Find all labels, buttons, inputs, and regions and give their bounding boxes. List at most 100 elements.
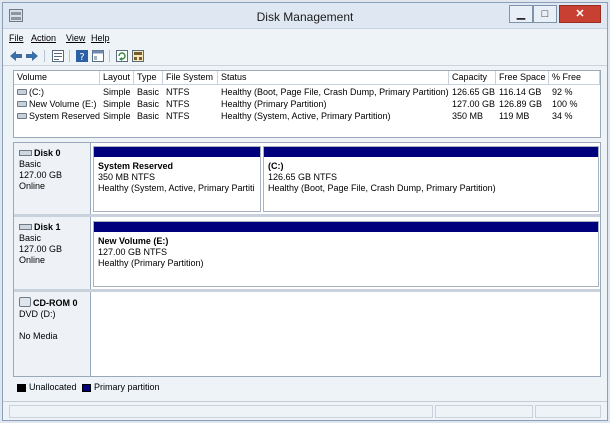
legend: Unallocated Primary partition: [13, 381, 601, 395]
title-bar[interactable]: Disk Management ▁ □ ✕: [3, 3, 607, 29]
status-segment: [535, 405, 601, 418]
partition-name: New Volume (E:): [98, 236, 169, 246]
disk-row-divider: [14, 289, 600, 292]
disk-1-label[interactable]: Disk 1 Basic 127.00 GB Online: [14, 217, 91, 289]
disk-type: Basic: [19, 159, 42, 169]
cell-status: Healthy (Primary Partition): [221, 99, 327, 109]
column-header-layout[interactable]: Layout: [100, 71, 134, 85]
status-bar: [3, 401, 607, 420]
primary-partition-bar: [264, 147, 598, 157]
disk-state: Online: [19, 181, 46, 191]
console-button[interactable]: [91, 49, 105, 63]
disk-name: Disk 0: [34, 148, 61, 158]
menu-help-label: Help: [91, 33, 110, 43]
menu-view[interactable]: View: [66, 33, 85, 43]
primary-partition-bar: [94, 147, 260, 157]
partition-c-drive[interactable]: (C:) 126.65 GB NTFS Healthy (Boot, Page …: [263, 146, 599, 212]
partition-status: Healthy (Primary Partition): [98, 258, 204, 268]
column-header-status[interactable]: Status: [218, 71, 449, 85]
menu-action[interactable]: Action: [31, 33, 56, 43]
primary-partition-bar: [94, 222, 598, 232]
menu-action-label: Action: [31, 33, 57, 43]
cell-capacity: 127.00 GB: [452, 99, 496, 109]
cell-layout: Simple: [103, 99, 131, 109]
refresh-icon: [116, 50, 128, 62]
disk-size: 127.00 GB: [19, 244, 63, 254]
cd-rom-icon: [19, 297, 31, 307]
cell-type: Basic: [137, 99, 160, 109]
toolbar-separator: [109, 50, 110, 62]
legend-swatch-unallocated: [17, 384, 26, 392]
legend-swatch-primary-partition: [82, 384, 91, 392]
back-button[interactable]: [9, 49, 23, 63]
legend-label-unallocated: Unallocated: [29, 382, 77, 392]
close-button[interactable]: ✕: [559, 5, 601, 23]
cell-capacity: 126.65 GB: [452, 87, 496, 97]
cell-type: Basic: [137, 111, 160, 121]
toolbar-separator: [44, 50, 45, 62]
partition-new-volume-e[interactable]: New Volume (E:) 127.00 GB NTFS Healthy (…: [93, 221, 599, 287]
cell-volume: New Volume (E:): [14, 98, 100, 110]
cell-volume-label: New Volume (E:): [29, 99, 97, 109]
disk-0-label[interactable]: Disk 0 Basic 127.00 GB Online: [14, 143, 91, 214]
cell-layout: Simple: [103, 111, 131, 121]
help-icon: ?: [76, 50, 88, 62]
disk-name: CD-ROM 0: [33, 298, 78, 308]
minimize-button[interactable]: ▁: [509, 5, 533, 23]
menu-help[interactable]: Help: [91, 33, 110, 43]
disk-type: DVD (D:): [19, 309, 56, 319]
partition-status: Healthy (System, Active, Primary Partiti: [98, 183, 255, 193]
disk-state: Online: [19, 255, 46, 265]
column-header-volume[interactable]: Volume: [14, 71, 100, 85]
cell-file-system: NTFS: [166, 99, 190, 109]
status-segment: [9, 405, 433, 418]
disk-type: Basic: [19, 233, 42, 243]
console-icon: [92, 50, 104, 62]
properties-button[interactable]: [51, 49, 65, 63]
settings-button[interactable]: [131, 49, 145, 63]
disk-1-name: Disk 1: [19, 222, 90, 233]
toolbar: ?: [3, 46, 607, 66]
partition-status: Healthy (Boot, Page File, Crash Dump, Pr…: [268, 183, 496, 193]
back-arrow-icon: [10, 51, 22, 61]
volume-list[interactable]: Volume Layout Type File System Status Ca…: [13, 70, 601, 138]
column-header-type[interactable]: Type: [134, 71, 163, 85]
partition-details: New Volume (E:) 127.00 GB NTFS Healthy (…: [94, 232, 598, 269]
properties-icon: [52, 50, 64, 62]
disk-state: No Media: [19, 331, 58, 341]
status-segment: [435, 405, 533, 418]
forward-button[interactable]: [25, 49, 39, 63]
cell-capacity: 350 MB: [452, 111, 484, 121]
partition-name: System Reserved: [98, 161, 174, 171]
menu-file[interactable]: File: [9, 33, 24, 43]
legend-label-primary-partition: Primary partition: [94, 382, 160, 392]
partition-details: (C:) 126.65 GB NTFS Healthy (Boot, Page …: [264, 157, 598, 194]
volume-icon: [17, 113, 27, 119]
disk-row-divider: [14, 214, 600, 217]
help-button[interactable]: ?: [75, 49, 89, 63]
cell-free-space: 116.14 GB: [499, 87, 542, 97]
column-header-capacity[interactable]: Capacity: [449, 71, 496, 85]
menu-bar: File Action View Help: [3, 30, 607, 46]
cd-rom-0-label[interactable]: CD-ROM 0 DVD (D:) No Media: [14, 292, 91, 376]
menu-file-label: File: [9, 33, 24, 43]
partition-system-reserved[interactable]: System Reserved 350 MB NTFS Healthy (Sys…: [93, 146, 261, 212]
cd-rom-0-name: CD-ROM 0: [19, 297, 90, 309]
cell-free-space: 126.89 GB: [499, 99, 543, 109]
column-header-free-space[interactable]: Free Space: [496, 71, 549, 85]
cell-status: Healthy (System, Active, Primary Partiti…: [221, 111, 391, 121]
forward-arrow-icon: [26, 51, 38, 61]
maximize-button[interactable]: □: [533, 5, 557, 23]
partition-details: System Reserved 350 MB NTFS Healthy (Sys…: [94, 157, 260, 194]
column-header-percent-free[interactable]: % Free: [549, 71, 600, 85]
volume-icon: [17, 101, 27, 107]
disk-name: Disk 1: [34, 222, 61, 232]
disk-size: [19, 320, 90, 331]
cell-file-system: NTFS: [166, 111, 190, 121]
column-header-file-system[interactable]: File System: [163, 71, 218, 85]
refresh-button[interactable]: [115, 49, 129, 63]
hard-disk-icon: [19, 150, 32, 156]
cell-volume: System Reserved: [14, 110, 100, 122]
close-icon: ✕: [575, 8, 585, 20]
partition-size: 127.00 GB NTFS: [98, 247, 168, 257]
